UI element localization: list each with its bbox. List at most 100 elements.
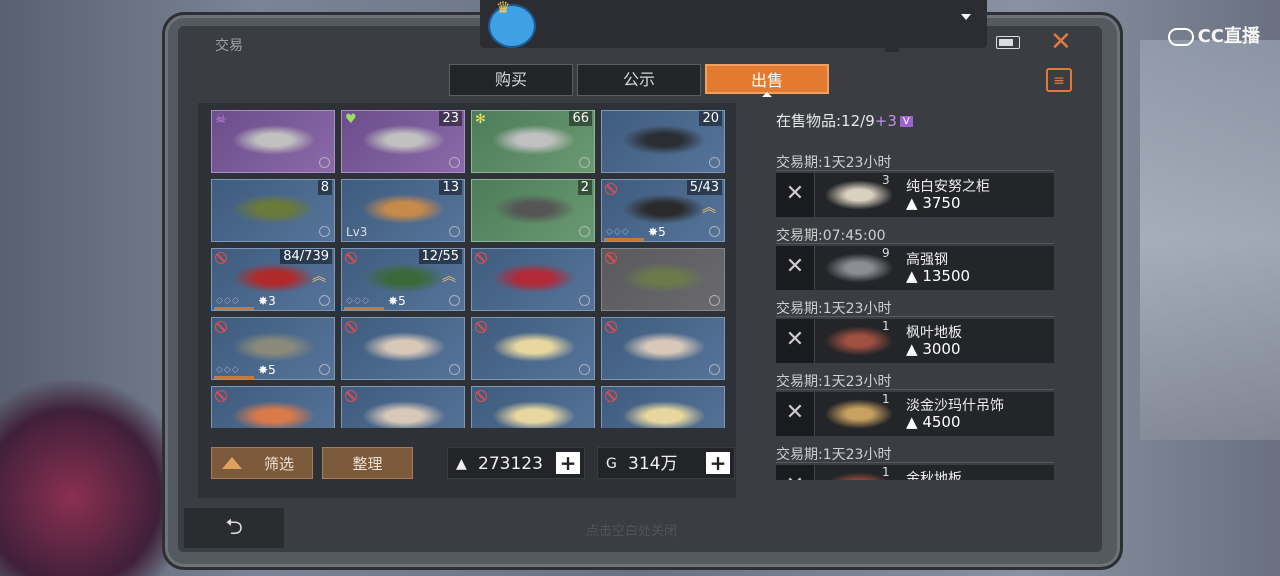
credits-value: 273123: [478, 454, 543, 474]
close-hint: 点击空白处关闭: [586, 524, 678, 539]
inventory-slot[interactable]: ☠: [211, 110, 335, 173]
inventory-slot[interactable]: 12/55 ◇◇◇ ✸5 ︽: [341, 248, 465, 311]
gold-box: G 314万 +: [597, 447, 735, 479]
divider: [776, 389, 1054, 390]
divider: [776, 462, 1054, 463]
inventory-slot[interactable]: [601, 317, 725, 380]
info-icon: [449, 226, 460, 237]
inventory-slot[interactable]: [601, 386, 725, 428]
cancel-listing-button[interactable]: ✕: [776, 319, 815, 363]
info-icon: [579, 295, 590, 306]
listing-price-value: 3000: [922, 340, 961, 358]
info-icon: [319, 295, 330, 306]
filter-label: 筛选: [263, 455, 294, 473]
inventory-slot[interactable]: [341, 386, 465, 428]
inventory-slot[interactable]: ✻ 66: [471, 110, 595, 173]
listing-list[interactable]: 交易期:1天23小时 ✕ 3 纯白安努之柜 ▲ 3750 交易期:07:45:0…: [776, 148, 1054, 480]
cancel-listing-button[interactable]: ✕: [776, 246, 815, 290]
item-quantity: 66: [569, 111, 592, 126]
durability-dots-icon: ◇◇◇: [216, 296, 240, 306]
inventory-slot[interactable]: ◇◇◇ ✸5: [211, 317, 335, 380]
stream-watermark: CC直播: [1167, 22, 1260, 48]
gold-icon: G: [606, 456, 617, 472]
inventory-slot[interactable]: 13 Lv3: [341, 179, 465, 242]
locked-icon: [215, 390, 227, 402]
inventory-slot[interactable]: [471, 248, 595, 311]
cancel-listing-button[interactable]: ✕: [776, 392, 815, 436]
locked-icon: [215, 252, 227, 264]
listing-name: 高强钢: [906, 252, 948, 268]
item-quantity: 13: [439, 180, 462, 195]
inventory-slot[interactable]: [211, 386, 335, 428]
listing-price: ▲ 4500: [906, 413, 961, 431]
listing-price-value: 13500: [922, 267, 971, 285]
listing-price: ▲ 13500: [906, 267, 971, 285]
close-button[interactable]: ✕: [1050, 29, 1072, 55]
back-button[interactable]: ⮌: [184, 508, 284, 548]
tab-buy[interactable]: 购买: [449, 64, 573, 96]
listing-price-value: 3750: [922, 194, 961, 212]
filter-button[interactable]: 筛选: [211, 447, 313, 479]
locked-icon: [605, 252, 617, 264]
add-gold-button[interactable]: +: [706, 452, 730, 474]
syringe-icon: [362, 125, 446, 155]
listing-name: 金秋地板: [906, 471, 962, 480]
listing-period: 交易期:1天23小时: [776, 374, 892, 390]
inventory-slot[interactable]: [601, 248, 725, 311]
info-icon: [709, 157, 720, 168]
info-icon: [319, 157, 330, 168]
fish-plate-icon: [492, 332, 576, 362]
divider: [776, 243, 1054, 244]
progress-bar: [214, 376, 254, 379]
battery-icon: [996, 36, 1020, 49]
dropdown-arrow-icon[interactable]: [961, 14, 971, 20]
steak-plate-icon: [362, 332, 446, 362]
inventory-slot[interactable]: [341, 317, 465, 380]
background-blur: [0, 380, 180, 576]
skull-icon: ☠: [215, 112, 227, 127]
locked-icon: [215, 321, 227, 333]
inventory-slot[interactable]: 2: [471, 179, 595, 242]
locked-icon: [475, 321, 487, 333]
fps-text: 93: [958, 35, 974, 49]
avatar[interactable]: ♛: [484, 0, 540, 48]
star-level: ✸5: [648, 225, 666, 239]
progress-bar: [604, 238, 644, 241]
inventory-slot[interactable]: 84/739 ◇◇◇ ✸3 ︽: [211, 248, 335, 311]
star-count: 5: [268, 363, 276, 377]
selling-count: 在售物品:12/9+3 V: [776, 110, 913, 131]
inventory-slot[interactable]: 8: [211, 179, 335, 242]
listing-item: 交易期:1天23小时 ✕ 1 枫叶地板 ▲ 3000: [776, 294, 1054, 367]
listing-price-value: 4500: [922, 413, 961, 431]
durability-dots-icon: ◇◇◇: [606, 227, 630, 237]
listing-item: 交易期:1天23小时 ✕ 1 金秋地板 ▲: [776, 440, 1054, 480]
item-quantity: 2: [577, 180, 592, 195]
cancel-listing-button[interactable]: ✕: [776, 465, 815, 480]
ore-icon: [492, 194, 576, 224]
credits-icon: ▲: [456, 456, 467, 472]
heart-icon: ♥: [345, 112, 357, 127]
inventory-slot[interactable]: ♥ 23: [341, 110, 465, 173]
inventory-slot[interactable]: [471, 317, 595, 380]
gold-value: 314万: [628, 454, 678, 474]
tab-sell[interactable]: 出售: [705, 64, 829, 94]
add-credits-button[interactable]: +: [556, 452, 580, 474]
credits-box: ▲ 273123 +: [447, 447, 585, 479]
listing-name: 纯白安努之柜: [906, 179, 990, 195]
steak-plate-icon: [362, 401, 446, 428]
inventory-slot[interactable]: 20: [601, 110, 725, 173]
item-quantity: 8: [317, 180, 332, 195]
item-quantity: 5/43: [686, 180, 722, 195]
inventory-slot[interactable]: 5/43 ◇◇◇ ✸5 ︽: [601, 179, 725, 242]
star-level: ✸3: [258, 294, 276, 308]
locked-icon: [605, 183, 617, 195]
log-icon[interactable]: ≡: [1046, 68, 1072, 92]
item-quantity: 84/739: [280, 249, 332, 264]
locked-icon: [605, 321, 617, 333]
divider: [776, 316, 1054, 317]
cancel-listing-button[interactable]: ✕: [776, 173, 815, 217]
inventory-slot[interactable]: [471, 386, 595, 428]
sort-button[interactable]: 整理: [322, 447, 413, 479]
tab-announce[interactable]: 公示: [577, 64, 701, 96]
jacket-icon: [622, 263, 706, 293]
